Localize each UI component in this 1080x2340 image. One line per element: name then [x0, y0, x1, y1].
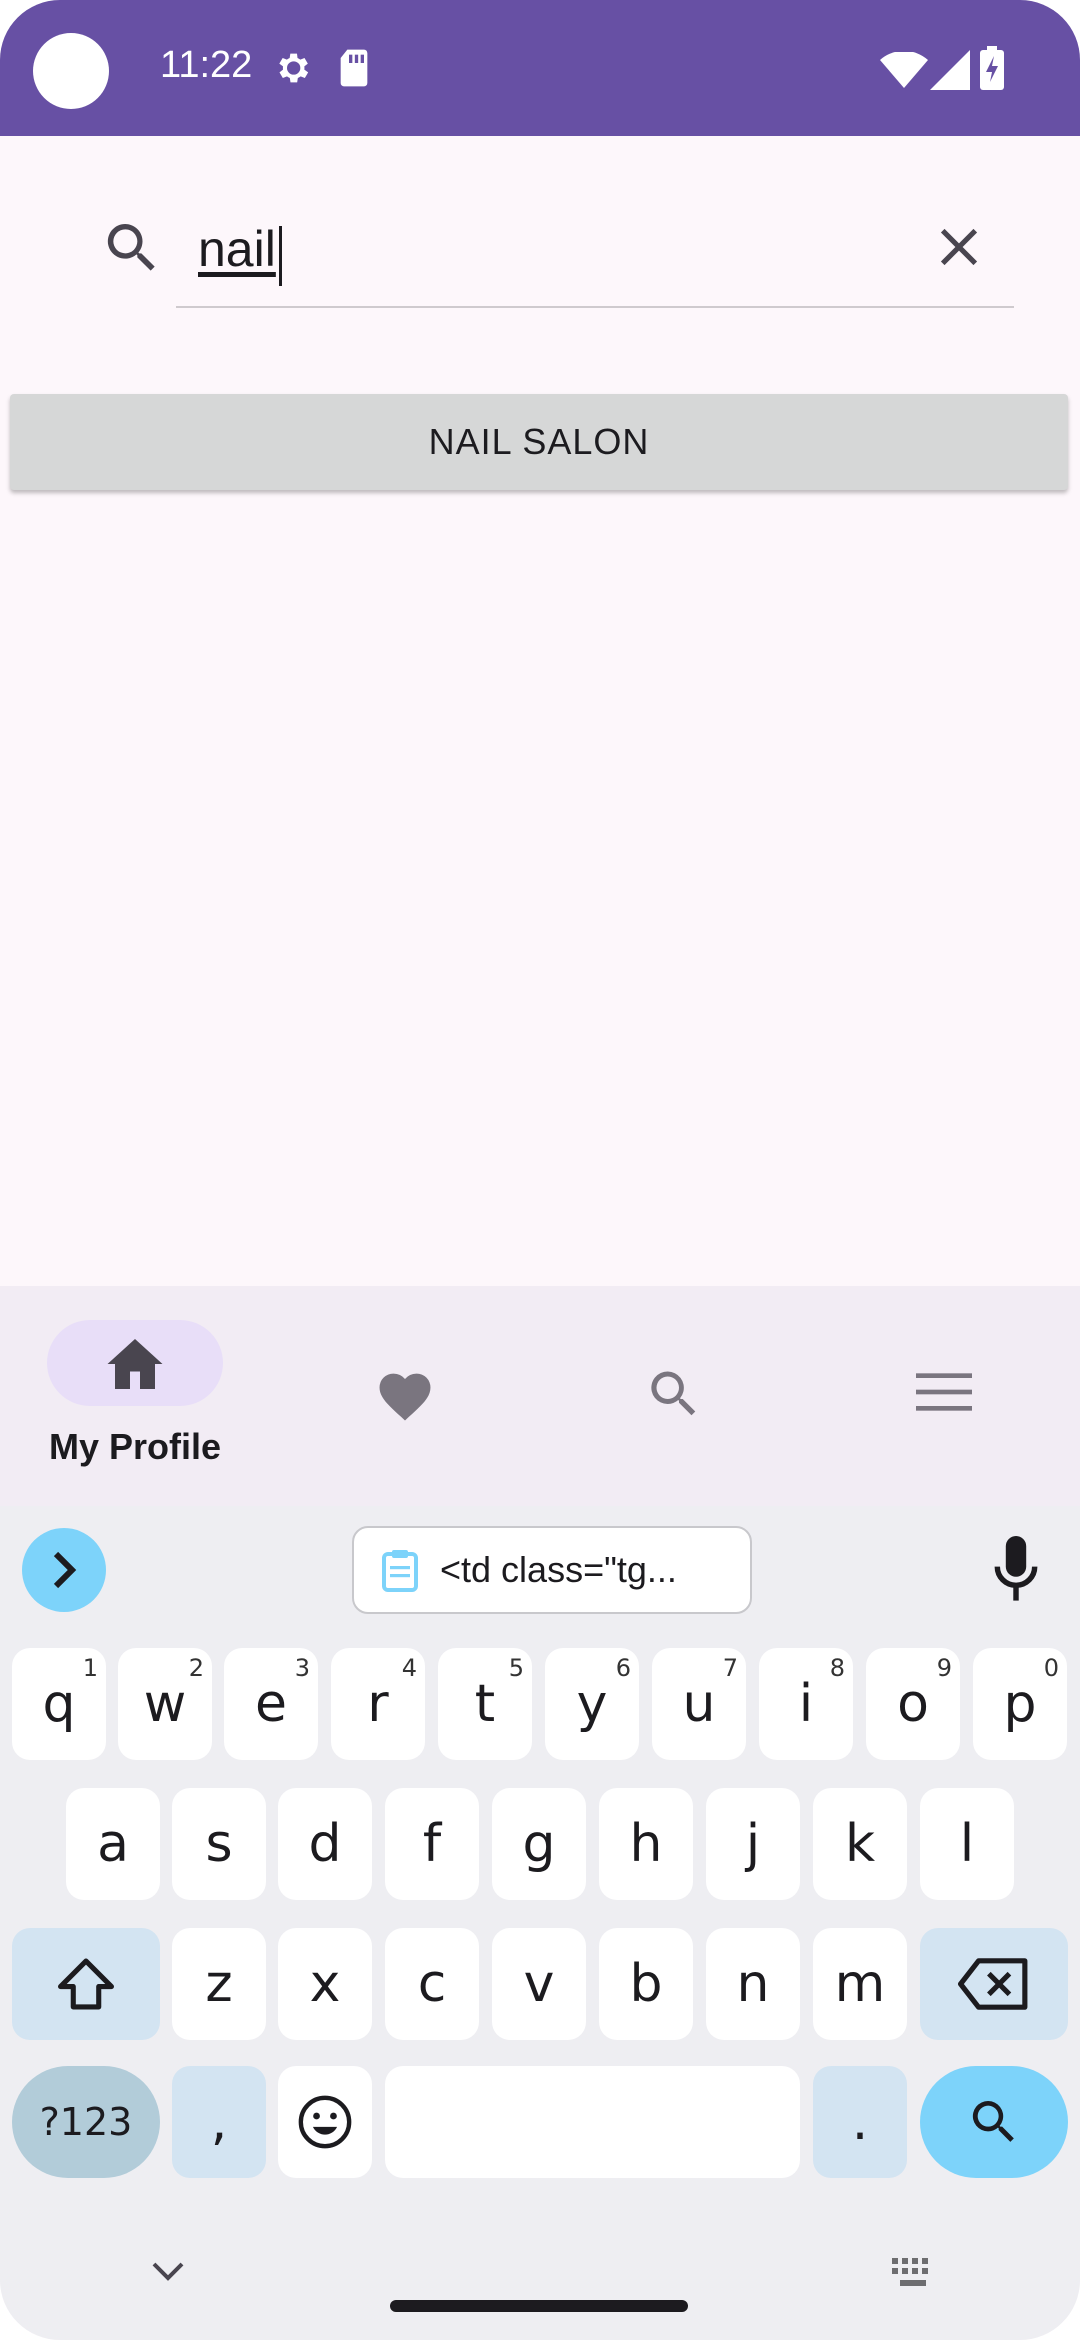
key-x[interactable]: x	[278, 1928, 372, 2040]
status-bar: 11:22	[0, 0, 1080, 136]
camera-cutout	[33, 33, 109, 109]
key-y[interactable]: y6	[545, 1648, 639, 1760]
key-o[interactable]: o9	[866, 1648, 960, 1760]
nav-label-my-profile: My Profile	[48, 1426, 222, 1467]
nav-item-favorites[interactable]	[270, 1286, 540, 1506]
app-screen: 11:22 nail NAIL SALON My Profile <td cla…	[0, 0, 1080, 2340]
key-h[interactable]: h	[599, 1788, 693, 1900]
suggestion-label: NAIL SALON	[428, 421, 650, 462]
shift-key[interactable]	[12, 1928, 160, 2040]
key-v[interactable]: v	[492, 1928, 586, 2040]
suggestion-item-nail-salon[interactable]: NAIL SALON	[10, 394, 1068, 490]
key-e[interactable]: e3	[224, 1648, 318, 1760]
key-t[interactable]: t5	[438, 1648, 532, 1760]
settings-gear-icon	[279, 53, 309, 83]
battery-charging-icon	[980, 46, 1004, 90]
backspace-icon	[958, 1958, 1028, 2010]
key-g[interactable]: g	[492, 1788, 586, 1900]
key-w[interactable]: w2	[118, 1648, 212, 1760]
search-bar: nail	[0, 136, 1080, 366]
nav-item-menu[interactable]	[810, 1286, 1080, 1506]
key-i[interactable]: i8	[759, 1648, 853, 1760]
shift-arrow-icon	[58, 1958, 114, 2010]
emoji-icon	[298, 2095, 352, 2149]
clipboard-icon	[382, 1550, 418, 1592]
status-time: 11:22	[160, 44, 253, 86]
period-key[interactable]: .	[813, 2066, 907, 2178]
key-q[interactable]: q1	[12, 1648, 106, 1760]
nav-item-search[interactable]	[540, 1286, 810, 1506]
key-d[interactable]: d	[278, 1788, 372, 1900]
clipboard-suggestion[interactable]: <td class="tg...	[352, 1526, 752, 1614]
keyboard-expand-button[interactable]	[22, 1528, 106, 1612]
symbols-key[interactable]: ?123	[12, 2066, 160, 2178]
text-cursor	[279, 226, 282, 286]
key-u[interactable]: u7	[652, 1648, 746, 1760]
comma-key[interactable]: ,	[172, 2066, 266, 2178]
heart-icon	[379, 1373, 431, 1421]
soft-keyboard: <td class="tg... q1 w2 e3 r4 t5 y6 u7 i8…	[0, 1506, 1080, 2340]
key-n[interactable]: n	[706, 1928, 800, 2040]
key-l[interactable]: l	[920, 1788, 1014, 1900]
key-j[interactable]: j	[706, 1788, 800, 1900]
chevron-right-icon	[53, 1551, 77, 1589]
key-a[interactable]: a	[66, 1788, 160, 1900]
key-f[interactable]: f	[385, 1788, 479, 1900]
keyboard-toolbar: <td class="tg...	[0, 1506, 1080, 1626]
search-icon	[107, 224, 155, 271]
home-icon	[107, 1339, 163, 1389]
backspace-key[interactable]	[920, 1928, 1068, 2040]
search-input[interactable]: nail	[176, 196, 1014, 308]
clear-icon[interactable]	[928, 216, 990, 278]
microphone-icon[interactable]	[988, 1536, 1044, 1604]
key-c[interactable]: c	[385, 1928, 479, 2040]
key-s[interactable]: s	[172, 1788, 266, 1900]
hide-keyboard-chevron-icon[interactable]	[150, 2260, 186, 2282]
space-key[interactable]	[385, 2066, 800, 2178]
home-gesture-bar[interactable]	[390, 2300, 688, 2312]
nav-item-my-profile[interactable]: My Profile	[0, 1286, 270, 1506]
search-action-key[interactable]	[920, 2066, 1068, 2178]
wifi-icon	[880, 52, 928, 88]
key-m[interactable]: m	[813, 1928, 907, 2040]
keyboard-switch-icon[interactable]	[890, 2256, 936, 2288]
key-k[interactable]: k	[813, 1788, 907, 1900]
bottom-navigation: My Profile	[0, 1286, 1080, 1506]
clipboard-text: <td class="tg...	[440, 1549, 677, 1590]
key-r[interactable]: r4	[331, 1648, 425, 1760]
search-icon	[651, 1371, 696, 1416]
key-p[interactable]: p0	[973, 1648, 1067, 1760]
search-query-text: nail	[198, 221, 276, 277]
menu-icon	[916, 1373, 972, 1411]
key-z[interactable]: z	[172, 1928, 266, 2040]
cellular-signal-icon	[930, 50, 970, 90]
emoji-key[interactable]	[278, 2066, 372, 2178]
sd-card-icon	[340, 49, 368, 87]
search-icon	[972, 2101, 1014, 2142]
key-b[interactable]: b	[599, 1928, 693, 2040]
